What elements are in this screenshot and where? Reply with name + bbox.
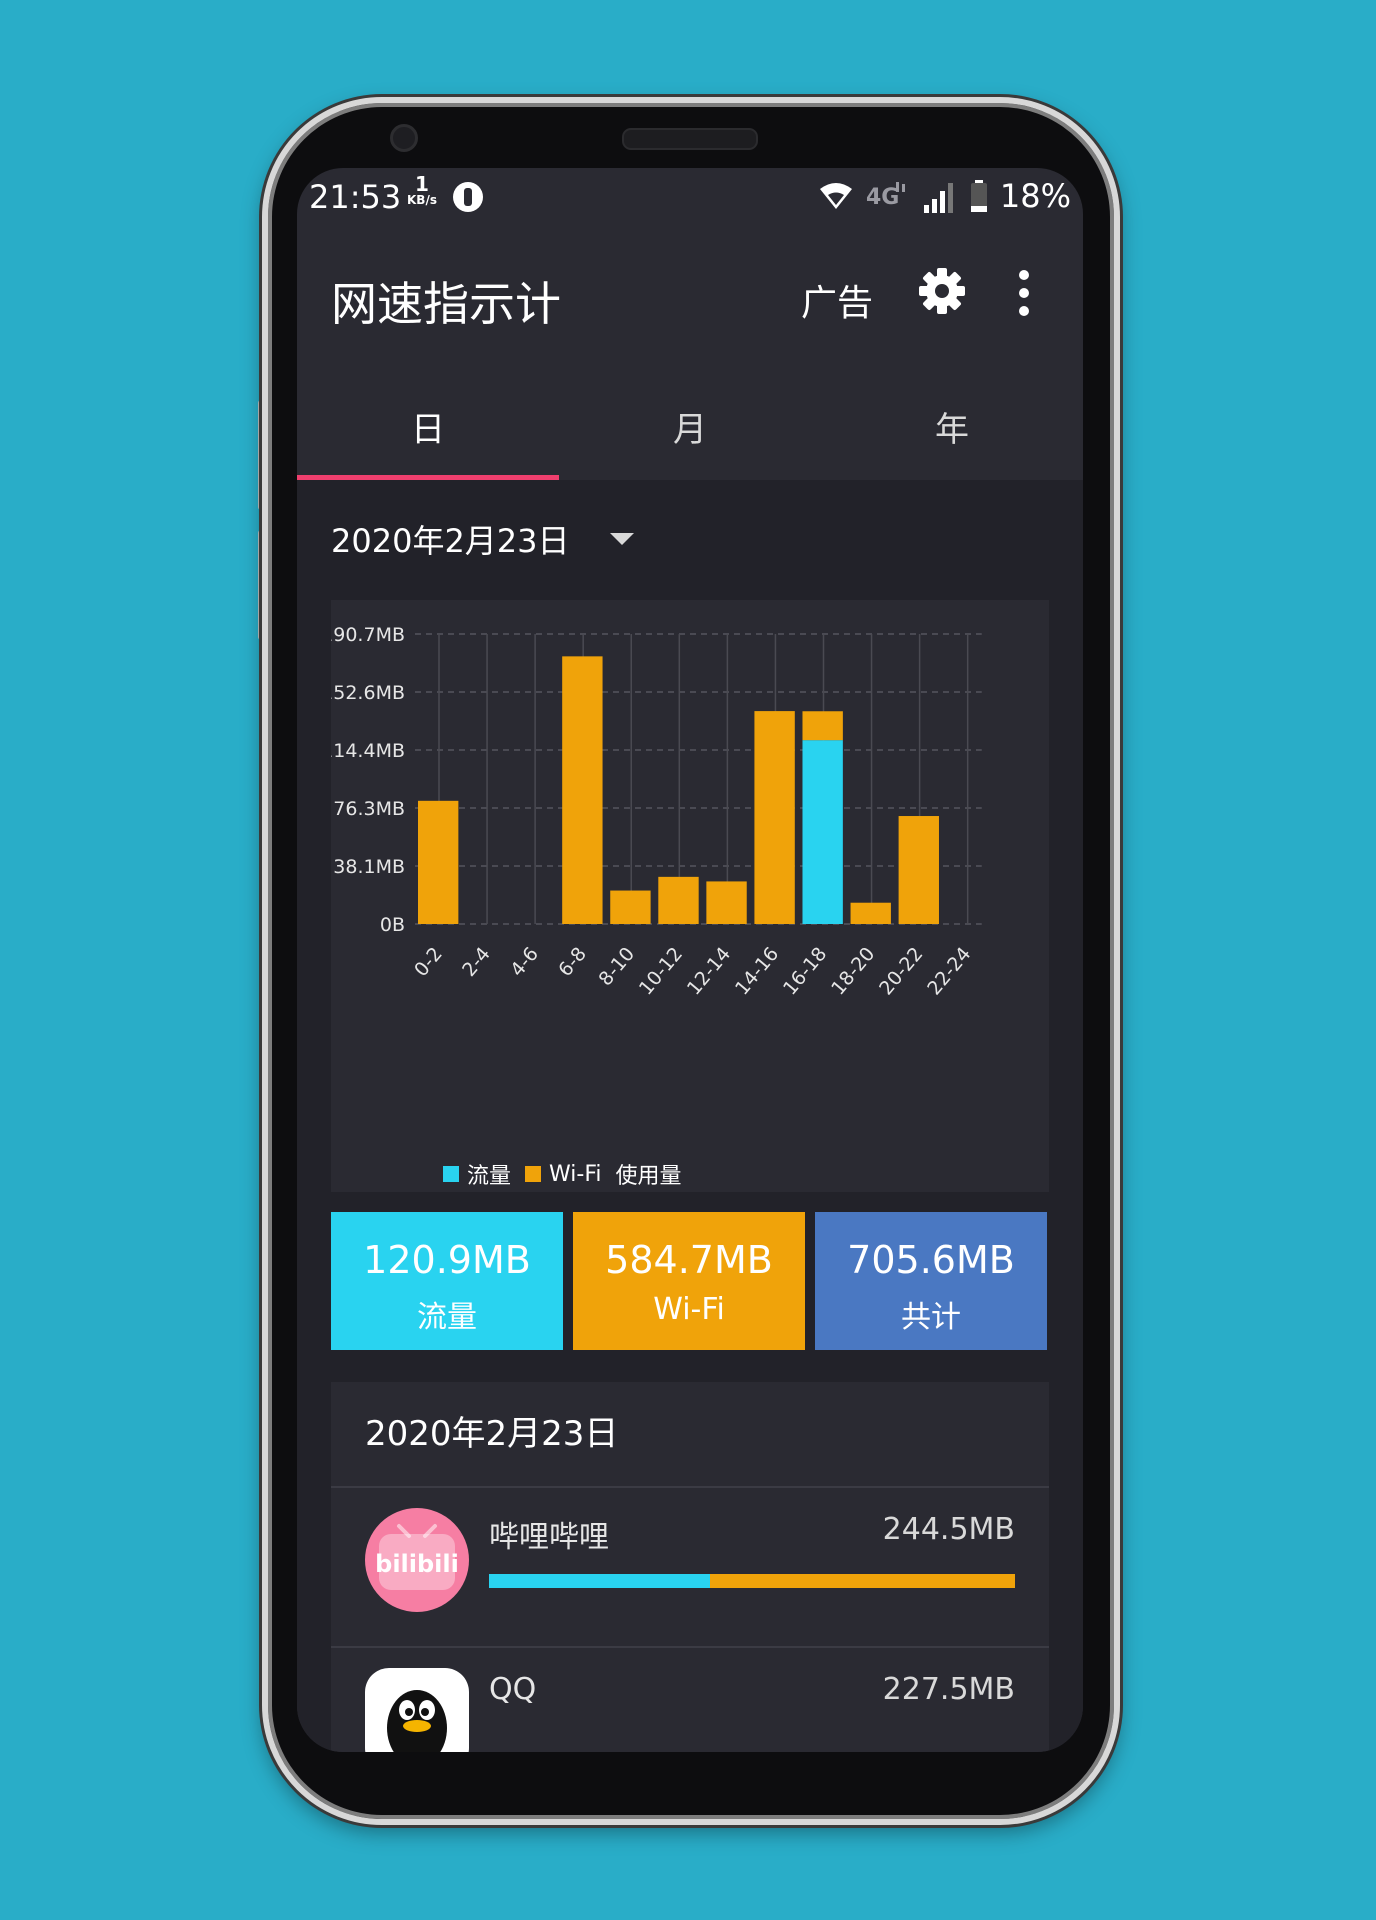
bilibili-icon: bilibili	[365, 1508, 469, 1612]
status-time: 21:53	[309, 178, 402, 216]
legend-usage-label: 使用量	[615, 1164, 682, 1189]
summary-mobile-value: 120.9MB	[363, 1238, 531, 1282]
summary-mobile-label: 流量	[417, 1300, 477, 1335]
chart-bar-wifi	[898, 816, 939, 924]
legend-mobile-swatch	[443, 1166, 459, 1182]
chart-x-tick-label: 16-18	[779, 943, 831, 999]
app-size: 227.5MB	[882, 1672, 1015, 1707]
chart-y-tick-label: 0B	[380, 914, 405, 936]
chart-bar-wifi	[850, 902, 891, 924]
status-icons: 4G 18%	[818, 176, 1071, 216]
summary-mobile-tile: 120.9MB 流量	[331, 1212, 563, 1350]
usage-chart-card: 0B 38.1MB 76.3MB 114.4MB 152.6MB 190.7MB 0-2 2-…	[321, 600, 1049, 1192]
ad-button[interactable]: 广告	[801, 274, 873, 326]
status-bar: 21:53 1 KB/s 4G 18%	[297, 168, 1083, 230]
phone-screen: 21:53 1 KB/s 4G 18% 网速指示计 广告 日 月 年 2020年…	[297, 168, 1083, 1752]
front-camera	[390, 124, 418, 152]
chart-x-tick-label: 18-20	[827, 943, 879, 999]
more-vert-icon[interactable]	[1009, 266, 1039, 320]
chart-bar-wifi	[754, 711, 795, 924]
app-size: 244.5MB	[882, 1512, 1015, 1547]
summary-wifi-label: Wi-Fi	[653, 1292, 725, 1327]
chart-y-tick-label: 152.6MB	[331, 682, 405, 704]
battery-percent: 18%	[999, 177, 1071, 215]
chart-y-tick-label: 38.1MB	[333, 856, 405, 878]
summary-total-tile: 705.6MB 共计	[815, 1212, 1047, 1350]
chart-legend: 流量 Wi-Fi 使用量	[443, 1158, 696, 1190]
chart-bar-mobile	[802, 740, 843, 924]
summary-total-label: 共计	[901, 1300, 961, 1335]
usage-bar-wifi	[709, 1574, 1015, 1588]
battery-icon	[970, 180, 987, 212]
summary-wifi-tile: 584.7MB Wi-Fi	[573, 1212, 805, 1350]
chart-x-tick-label: 0-2	[410, 943, 447, 981]
usage-chart: 0B 38.1MB 76.3MB 114.4MB 152.6MB 190.7MB 0-2 2-…	[321, 624, 982, 1000]
tab-year[interactable]: 年	[821, 360, 1083, 480]
gear-icon[interactable]	[917, 266, 967, 316]
svg-text:4G: 4G	[866, 185, 899, 210]
wifi-icon	[819, 183, 852, 209]
tab-day[interactable]: 日	[297, 360, 559, 480]
chart-bar-wifi	[418, 800, 459, 924]
date-dropdown-label: 2020年2月23日	[331, 522, 570, 560]
main-content: 2020年2月23日 0B 38.1MB 76.3MB 114.4MB 152.6MB 1…	[297, 480, 1083, 1752]
summary-wifi-value: 584.7MB	[605, 1238, 773, 1282]
legend-wifi-swatch	[525, 1166, 542, 1182]
chart-x-tick-label: 8-10	[595, 943, 640, 990]
app-title: 网速指示计	[331, 277, 561, 331]
chart-x-tick-label: 12-14	[683, 943, 735, 999]
tab-month[interactable]: 月	[559, 360, 821, 480]
legend-mobile-label: 流量	[467, 1164, 512, 1189]
chart-x-tick-label: 6-8	[554, 943, 591, 981]
chart-bar-wifi	[562, 656, 603, 924]
chart-x-tick-label: 4-6	[506, 943, 543, 981]
legend-wifi-label: Wi-Fi	[549, 1161, 602, 1187]
chart-bar-wifi	[706, 881, 747, 924]
summary-tiles: 120.9MB 流量 584.7MB Wi-Fi 705.6MB 共计	[331, 1212, 1049, 1350]
app-name: 哔哩哔哩	[489, 1520, 609, 1555]
chart-y-tick-label: 114.4MB	[331, 740, 405, 762]
network-speed-unit: KB/s	[407, 193, 437, 207]
usage-bar-mobile	[489, 1574, 710, 1588]
chart-x-tick-label: 2-4	[458, 943, 495, 981]
chart-x-tick-label: 20-22	[875, 943, 927, 999]
chart-y-tick-label: 190.7MB	[331, 624, 405, 646]
chart-x-tick-label: 10-12	[635, 943, 687, 999]
chart-x-tick-label: 14-16	[731, 943, 783, 999]
network-speed-value: 1	[415, 172, 429, 196]
dropdown-arrow-icon	[609, 533, 634, 545]
chart-bar-wifi	[658, 876, 699, 924]
app-usage-list: 2020年2月23日 bilibili 哔哩哔哩 244.5MB QQ 227.…	[331, 1382, 1049, 1752]
list-item-bilibili[interactable]: bilibili 哔哩哔哩 244.5MB	[331, 1488, 1049, 1646]
phone-earpiece	[622, 128, 758, 150]
signal-icon	[923, 183, 953, 213]
svg-text:bilibili: bilibili	[375, 1550, 459, 1578]
qq-penguin-icon	[365, 1668, 469, 1752]
list-item-qq[interactable]: QQ 227.5MB	[331, 1648, 1049, 1752]
vpn-icon	[453, 182, 483, 212]
date-dropdown[interactable]: 2020年2月23日	[331, 516, 634, 562]
app-bar: 网速指示计 广告	[297, 230, 1083, 360]
summary-total-value: 705.6MB	[847, 1238, 1015, 1282]
usage-progress-bar	[489, 1574, 1015, 1588]
chart-x-tick-label: 22-24	[923, 943, 975, 999]
chart-y-tick-label: 76.3MB	[333, 798, 405, 820]
network-speed: 1 KB/s	[405, 172, 439, 208]
lte-icon: 4G	[866, 182, 905, 210]
app-name: QQ	[489, 1672, 537, 1707]
chart-bar-wifi	[802, 711, 843, 741]
period-tabs: 日 月 年	[297, 360, 1083, 480]
chart-bar-wifi	[610, 890, 651, 924]
list-header: 2020年2月23日	[365, 1414, 619, 1454]
